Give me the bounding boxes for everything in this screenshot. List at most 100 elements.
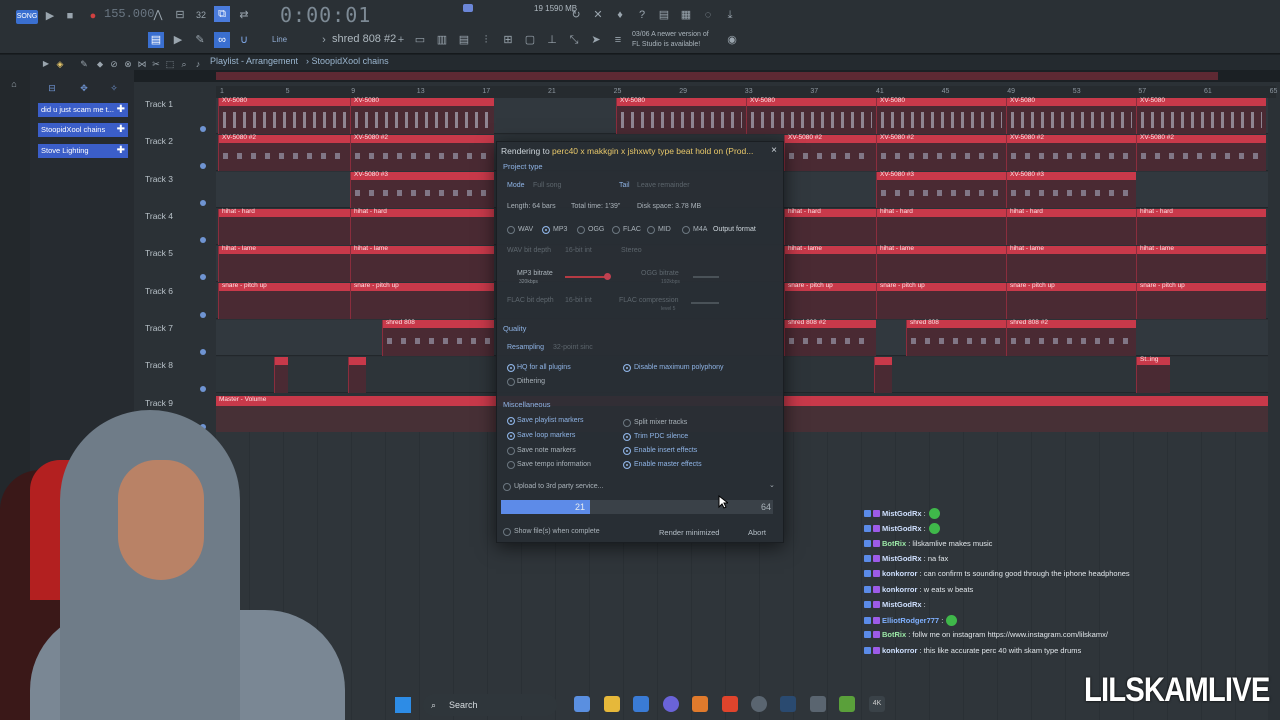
store-icon[interactable] — [633, 696, 649, 712]
track-mute-led[interactable] — [200, 312, 206, 318]
track-mute-led[interactable] — [200, 237, 206, 243]
track-label[interactable]: Track 2 — [145, 136, 173, 146]
pattern-clip[interactable]: snare - pitch up — [876, 282, 1006, 319]
pattern-clip[interactable]: XV-5080 #3 — [876, 171, 1006, 208]
dithering-checkbox[interactable] — [507, 378, 515, 386]
file-explorer-icon[interactable] — [604, 696, 620, 712]
plus-icon[interactable]: ✚ — [117, 123, 125, 137]
track-label[interactable]: Track 7 — [145, 323, 173, 333]
format-radio-m4a[interactable] — [682, 226, 690, 234]
pattern-clip[interactable]: hihat - hard — [784, 208, 876, 245]
song-mode-badge[interactable]: SONG — [16, 10, 38, 24]
playback-icon[interactable]: ♪ — [190, 56, 206, 72]
fl-studio-icon[interactable] — [692, 696, 708, 712]
master-pitch-icon[interactable] — [463, 4, 473, 12]
wav-channels-select[interactable]: Stereo — [621, 247, 642, 254]
pattern-clip[interactable]: hihat - lame — [784, 245, 876, 282]
pattern-clip[interactable]: hihat - lame — [1006, 245, 1136, 282]
pencil-icon[interactable]: ✎ — [192, 32, 208, 48]
chat-username[interactable]: BotRix — [882, 539, 906, 548]
pattern-clip[interactable]: shred 808 #2 — [1006, 319, 1136, 356]
chat-username[interactable]: MistGodRx — [882, 524, 922, 533]
countdown-icon[interactable]: 32 — [193, 7, 209, 23]
track-label[interactable]: Track 9 — [145, 398, 173, 408]
pattern-clip[interactable]: XV-5080 — [1006, 97, 1136, 134]
pattern-clip[interactable]: hihat - lame — [876, 245, 1006, 282]
chat-username[interactable]: MistGodRx — [882, 509, 922, 518]
pattern-clip[interactable]: XV-5080 — [1136, 97, 1266, 134]
channel-rack-icon[interactable]: ▤ — [456, 32, 472, 48]
resampling-select[interactable]: 32-point sinc — [553, 344, 593, 351]
pattern-clip[interactable]: XV-5080 #3 — [350, 171, 494, 208]
pattern-clip[interactable]: XV-5080 #3 — [1006, 171, 1136, 208]
tail-select[interactable]: Leave remainder — [637, 182, 690, 189]
steam-icon[interactable] — [780, 696, 796, 712]
add-pattern-icon[interactable]: + — [393, 32, 409, 48]
track-label[interactable]: Track 6 — [145, 286, 173, 296]
format-radio-wav[interactable] — [507, 226, 515, 234]
plus-icon[interactable]: ✚ — [117, 144, 125, 158]
brave-icon[interactable] — [722, 696, 738, 712]
enable-master-checkbox[interactable] — [623, 461, 631, 469]
magnet-icon[interactable]: ∪ — [236, 32, 252, 48]
track-mute-led[interactable] — [200, 349, 206, 355]
app-icon[interactable] — [810, 696, 826, 712]
chat-username[interactable]: ElliotRodger777 — [882, 616, 939, 625]
record-icon[interactable]: ● — [85, 8, 101, 24]
pattern-clip[interactable]: snare - pitch up — [1006, 282, 1136, 319]
pattern-clip[interactable]: snare - pitch up — [784, 282, 876, 319]
snap-icon[interactable]: ▤ — [148, 32, 164, 48]
pattern-clip[interactable]: XV-5080 — [876, 97, 1006, 134]
globe-icon[interactable]: ◉ — [724, 32, 740, 48]
save-loop-markers-checkbox[interactable] — [507, 432, 515, 440]
pattern-clip[interactable]: hihat - hard — [876, 208, 1006, 245]
render-icon[interactable]: ▦ — [678, 7, 694, 23]
metronome-icon[interactable]: ⋀ — [150, 7, 166, 23]
flac-compression-slider[interactable] — [691, 302, 719, 304]
help-icon[interactable]: ? — [634, 7, 650, 23]
play-icon[interactable]: ▶ — [42, 8, 58, 24]
track-label[interactable]: Track 8 — [145, 360, 173, 370]
pattern-clip[interactable]: XV-5080 #2 — [218, 134, 350, 171]
pattern-clip[interactable]: hihat - hard — [218, 208, 350, 245]
browser-icon[interactable]: ⊞ — [500, 32, 516, 48]
format-radio-mp3[interactable] — [542, 226, 550, 234]
render-minimized-button[interactable]: Render minimized — [659, 528, 719, 537]
pattern-clip[interactable]: hihat - lame — [350, 245, 494, 282]
pattern-clip[interactable]: XV-5080 #2 — [784, 134, 876, 171]
plugin-icon[interactable]: ▢ — [522, 32, 538, 48]
track-label[interactable]: Track 4 — [145, 211, 173, 221]
pattern-clip[interactable]: XV-5080 — [616, 97, 746, 134]
track-mute-led[interactable] — [200, 163, 206, 169]
track-label[interactable]: Track 1 — [145, 99, 173, 109]
chat-icon[interactable]: ◌ — [700, 7, 716, 23]
upload-label[interactable]: Upload to 3rd party service... — [514, 483, 604, 490]
pattern-list-icon[interactable]: ⊟ — [44, 80, 60, 96]
menu-icon[interactable]: ≡ — [610, 32, 626, 48]
ogg-bitrate-slider[interactable] — [693, 276, 719, 278]
trim-pdc-checkbox[interactable] — [623, 433, 631, 441]
discord-icon[interactable] — [663, 696, 679, 712]
microphone-icon[interactable]: ♦ — [612, 7, 628, 23]
enable-insert-checkbox[interactable] — [623, 447, 631, 455]
chat-username[interactable]: BotRix — [882, 630, 906, 639]
track-mute-led[interactable] — [200, 126, 206, 132]
folder-icon[interactable]: ⌂ — [6, 76, 22, 92]
playlist-icon[interactable]: ▭ — [412, 32, 428, 48]
arrow-icon[interactable]: › — [316, 32, 332, 48]
mode-select[interactable]: Full song — [533, 182, 561, 189]
chat-username[interactable]: konkorror — [882, 585, 917, 594]
mp3-bitrate-slider[interactable] — [565, 276, 607, 278]
arrow-right-icon[interactable]: ▶ — [170, 32, 186, 48]
tempo-display[interactable]: 155.000 — [104, 7, 154, 21]
upload-checkbox[interactable] — [503, 483, 511, 491]
pattern-clip[interactable]: XV-5080 #2 — [1136, 134, 1266, 171]
flac-bit-depth-select[interactable]: 16-bit int — [565, 297, 592, 304]
mixer-view-icon[interactable]: ⫶ — [478, 32, 494, 48]
split-mixer-checkbox[interactable] — [623, 419, 631, 427]
4k-icon[interactable]: 4K — [869, 696, 885, 712]
close-icon[interactable]: × — [771, 145, 777, 156]
audio-clip[interactable] — [348, 357, 366, 393]
pattern-clip[interactable]: XV-5080 #2 — [350, 134, 494, 171]
chat-username[interactable]: MistGodRx — [882, 600, 922, 609]
